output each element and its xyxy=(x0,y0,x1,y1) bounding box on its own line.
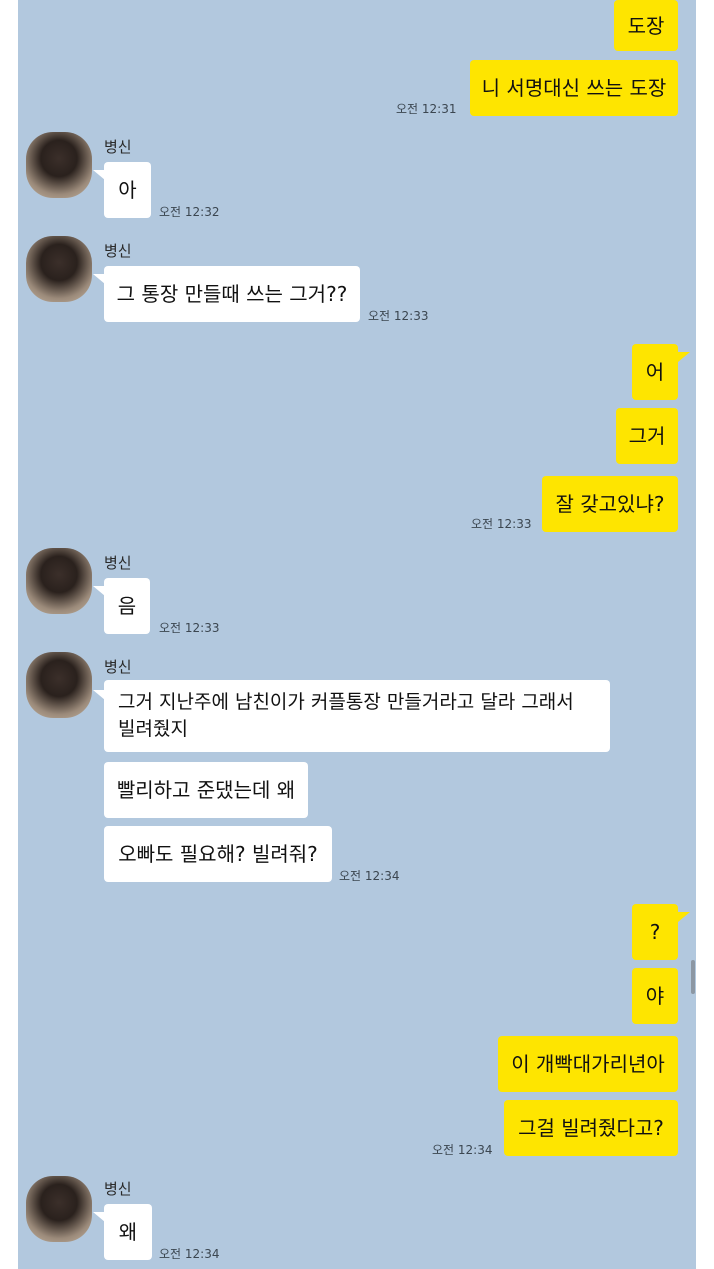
message-time: 오전 12:32 xyxy=(159,205,220,219)
message-time: 오전 12:33 xyxy=(159,621,220,635)
my-message-bubble[interactable]: 야 xyxy=(632,968,678,1024)
my-message-bubble[interactable]: 그걸 빌려줬다고? xyxy=(504,1100,678,1156)
message-text: 음 xyxy=(117,594,137,618)
other-message-bubble[interactable]: 그 통장 만들때 쓰는 그거?? xyxy=(104,266,360,322)
message-time: 오전 12:34 xyxy=(432,1143,493,1157)
other-message-bubble[interactable]: 음 xyxy=(104,578,150,634)
my-message-bubble[interactable]: 니 서명대신 쓰는 도장 xyxy=(470,60,678,116)
message-text: 그거 xyxy=(628,424,666,448)
bubble-tail xyxy=(678,352,690,362)
contact-avatar[interactable] xyxy=(26,548,92,614)
message-text: 잘 갖고있냐? xyxy=(555,492,665,516)
my-message-bubble[interactable]: 이 개빡대가리년아 xyxy=(498,1036,678,1092)
my-message-bubble[interactable]: 잘 갖고있냐? xyxy=(542,476,678,532)
message-text: 어 xyxy=(645,360,665,384)
scrollbar-thumb[interactable] xyxy=(691,960,695,994)
other-message-bubble[interactable]: 아 xyxy=(104,162,151,218)
my-message-bubble[interactable]: 그거 xyxy=(616,408,678,464)
my-message-bubble[interactable]: 도장 xyxy=(614,0,678,51)
message-text: ? xyxy=(649,920,661,944)
message-text: 아 xyxy=(118,178,137,202)
message-time: 오전 12:33 xyxy=(368,309,429,323)
message-text: 그거 지난주에 남친이가 커플통장 만들거라고 달라 그래서 빌려줬지 xyxy=(118,691,574,740)
message-text: 니 서명대신 쓰는 도장 xyxy=(481,76,667,100)
message-text: 그 통장 만들때 쓰는 그거?? xyxy=(116,282,348,306)
my-message-bubble[interactable]: ? xyxy=(632,904,678,960)
contact-name: 병신 xyxy=(104,1180,132,1198)
contact-avatar[interactable] xyxy=(26,236,92,302)
message-time: 오전 12:31 xyxy=(396,102,457,116)
contact-avatar[interactable] xyxy=(26,132,92,198)
contact-name: 병신 xyxy=(104,658,132,676)
message-text: 빨리하고 준댔는데 왜 xyxy=(116,778,296,802)
message-time: 오전 12:33 xyxy=(471,517,532,531)
contact-name: 병신 xyxy=(104,242,132,260)
message-text: 그걸 빌려줬다고? xyxy=(518,1116,664,1140)
message-text: 왜 xyxy=(118,1220,138,1244)
message-text: 이 개빡대가리년아 xyxy=(511,1052,665,1076)
other-message-bubble[interactable]: 그거 지난주에 남친이가 커플통장 만들거라고 달라 그래서 빌려줬지 xyxy=(104,680,610,752)
message-text: 야 xyxy=(645,984,665,1008)
my-message-bubble[interactable]: 어 xyxy=(632,344,678,400)
other-message-bubble[interactable]: 빨리하고 준댔는데 왜 xyxy=(104,762,308,818)
contact-avatar[interactable] xyxy=(26,652,92,718)
message-time: 오전 12:34 xyxy=(159,1247,220,1261)
message-text: 오빠도 필요해? 빌려줘? xyxy=(118,842,318,866)
message-time: 오전 12:34 xyxy=(339,869,400,883)
bubble-tail xyxy=(678,912,690,922)
message-text: 도장 xyxy=(627,13,665,38)
contact-name: 병신 xyxy=(104,138,132,156)
chat-room[interactable]: 도장 니 서명대신 쓰는 도장 오전 12:31 병신 아 오전 12:32 병… xyxy=(18,0,696,1269)
other-message-bubble[interactable]: 오빠도 필요해? 빌려줘? xyxy=(104,826,332,882)
contact-name: 병신 xyxy=(104,554,132,572)
other-message-bubble[interactable]: 왜 xyxy=(104,1204,152,1260)
contact-avatar[interactable] xyxy=(26,1176,92,1242)
